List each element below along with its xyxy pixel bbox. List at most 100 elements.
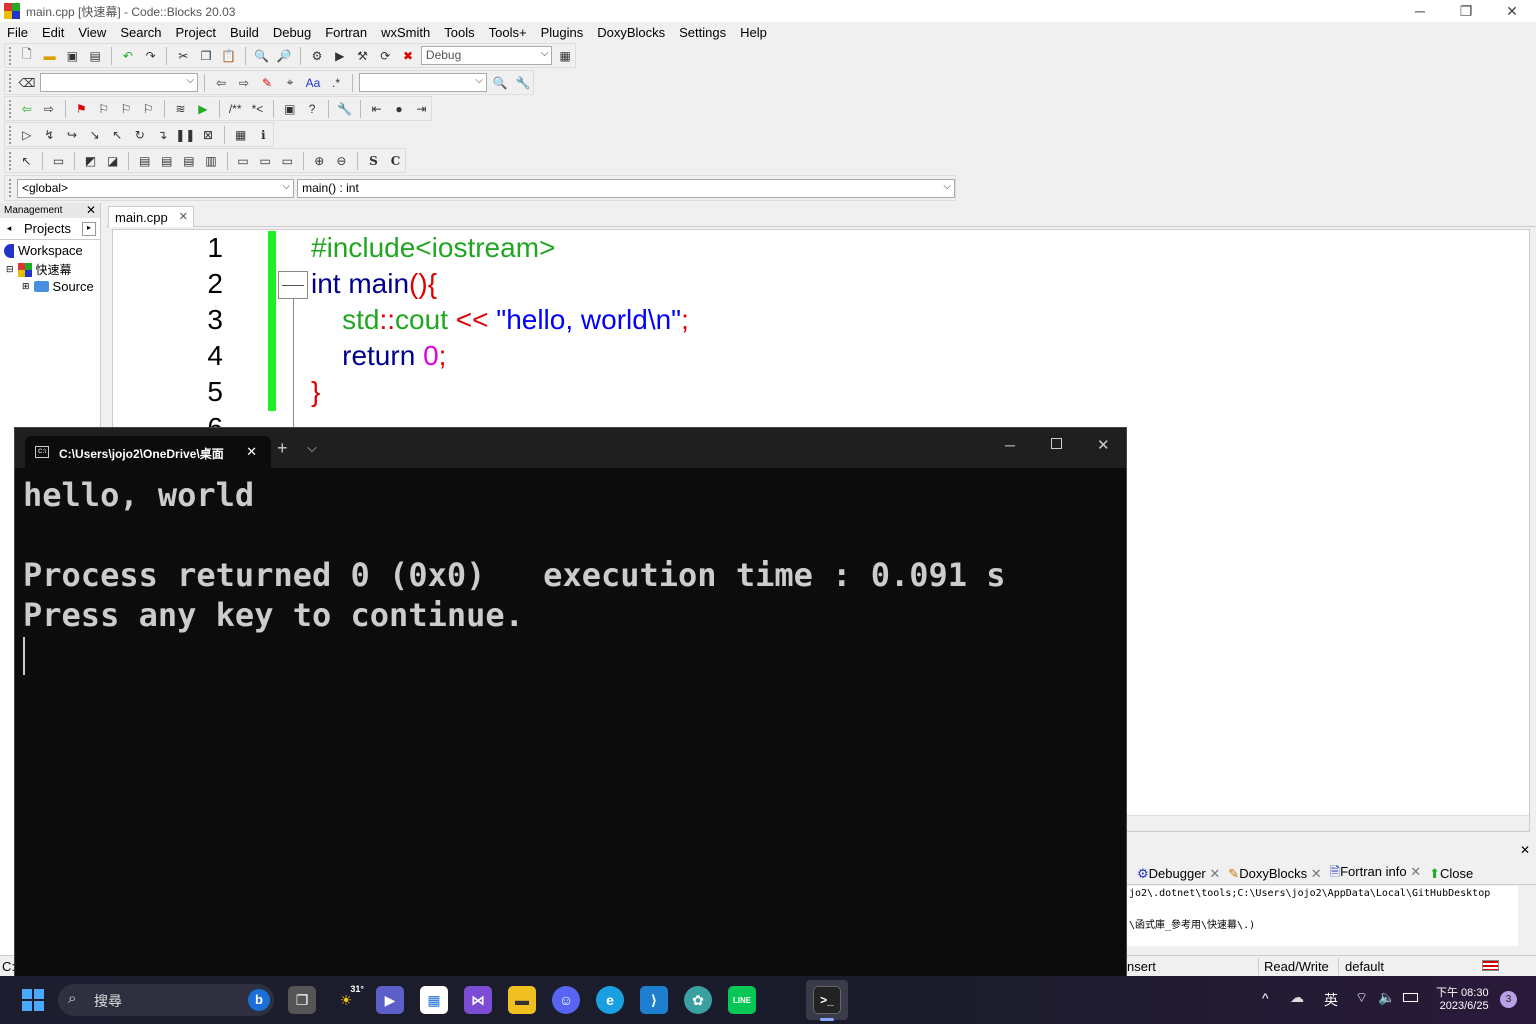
forward-arrow-icon[interactable]: ⇨: [234, 73, 254, 93]
codeblocks-taskbar-icon[interactable]: [772, 986, 800, 1014]
onedrive-icon[interactable]: ☁: [1290, 989, 1304, 1006]
build-run-icon[interactable]: ⚒: [353, 46, 373, 66]
tab-fortran-info[interactable]: 🗎Fortran info ✕: [1330, 863, 1421, 885]
widget-a-icon[interactable]: ▤: [135, 151, 154, 171]
menu-wxsmith[interactable]: wxSmith: [374, 25, 437, 40]
menu-edit[interactable]: Edit: [35, 25, 71, 40]
pause-icon[interactable]: ❚❚: [175, 125, 195, 145]
menu-plugins[interactable]: Plugins: [534, 25, 591, 40]
edge-icon[interactable]: e: [596, 986, 624, 1014]
widget-panel-icon[interactable]: ◪: [103, 151, 122, 171]
build-gear-icon[interactable]: ⚙: [307, 46, 327, 66]
next-instruction-icon[interactable]: ↻: [130, 125, 150, 145]
match-case-icon[interactable]: Aa: [303, 73, 323, 93]
step-out-icon[interactable]: ↖: [107, 125, 127, 145]
close-icon[interactable]: ✕: [1209, 866, 1220, 881]
tab-main-cpp[interactable]: main.cpp ✕: [108, 206, 194, 227]
comment-line-icon[interactable]: *<: [248, 99, 267, 119]
s-icon[interactable]: S: [364, 151, 383, 171]
store-icon[interactable]: ▦: [420, 986, 448, 1014]
close-icon[interactable]: ✕: [246, 444, 257, 460]
menu-tools-plus[interactable]: Tools+: [482, 25, 534, 40]
toolbar-grip-5[interactable]: [9, 151, 12, 170]
close-icon[interactable]: ✕: [179, 210, 188, 223]
toolbar-grip-3[interactable]: [9, 99, 12, 118]
notification-badge[interactable]: 3: [1500, 991, 1517, 1008]
browser-icon[interactable]: ✿: [684, 986, 712, 1014]
menu-file[interactable]: File: [0, 25, 35, 40]
c-icon[interactable]: C: [386, 151, 405, 171]
maximize-button[interactable]: [1051, 438, 1062, 449]
build-options-icon[interactable]: ▦: [555, 46, 575, 66]
widget-b-icon[interactable]: ▤: [157, 151, 176, 171]
tab-scroll-left-icon[interactable]: ◂: [0, 223, 18, 234]
widget-c-icon[interactable]: ▤: [179, 151, 198, 171]
step-forward-icon[interactable]: ⇥: [412, 99, 431, 119]
tree-workspace[interactable]: Workspace: [4, 243, 83, 258]
regex-icon[interactable]: .*: [326, 73, 346, 93]
clock[interactable]: 下午 08:30 2023/6/25: [1436, 984, 1489, 1012]
step-instruction-icon[interactable]: ↴: [153, 125, 173, 145]
redo-icon[interactable]: ↷: [141, 46, 161, 66]
close-icon[interactable]: ✕: [1311, 866, 1322, 881]
help-icon[interactable]: ?: [302, 99, 321, 119]
terminal-taskbar-icon[interactable]: >_: [813, 986, 841, 1014]
new-file-icon[interactable]: 🗋: [17, 46, 37, 66]
tab-scroll-right-icon[interactable]: ▸: [82, 221, 96, 236]
paste-icon[interactable]: 📋: [219, 46, 239, 66]
bookmark-flag-icon[interactable]: ⚑: [72, 99, 91, 119]
menu-tools[interactable]: Tools: [437, 25, 481, 40]
next-icon[interactable]: ⇨: [39, 99, 58, 119]
close-button[interactable]: ✕: [1097, 436, 1110, 454]
undo-icon[interactable]: ↶: [118, 46, 138, 66]
abort-icon[interactable]: ✖: [398, 46, 418, 66]
menu-help[interactable]: Help: [733, 25, 774, 40]
tab-projects[interactable]: Projects: [18, 221, 71, 236]
widget-image-icon[interactable]: ◩: [81, 151, 100, 171]
cut-icon[interactable]: ✂: [173, 46, 193, 66]
tab-debugger[interactable]: ⚙Debugger ✕: [1137, 866, 1220, 882]
save-icon[interactable]: ▣: [62, 46, 82, 66]
meet-icon[interactable]: ▶: [376, 986, 404, 1014]
zoom-out-icon[interactable]: ⊖: [332, 151, 351, 171]
step-into-icon[interactable]: ↘: [85, 125, 105, 145]
close-icon[interactable]: ✕: [1520, 843, 1530, 857]
find-icon[interactable]: 🔍: [252, 46, 272, 66]
menu-build[interactable]: Build: [223, 25, 266, 40]
search-combo[interactable]: ⌵: [40, 73, 198, 92]
volume-icon[interactable]: 🔈: [1378, 989, 1395, 1006]
menu-debug[interactable]: Debug: [266, 25, 318, 40]
weather-icon[interactable]: ☀ 31°: [332, 984, 364, 1014]
widget-box-icon[interactable]: ▭: [49, 151, 68, 171]
tab-close[interactable]: ⬆Close: [1429, 866, 1473, 882]
tool-icon[interactable]: 🔧: [335, 99, 354, 119]
prev-icon[interactable]: ⇦: [17, 99, 36, 119]
widget-d-icon[interactable]: ▥: [201, 151, 220, 171]
open-folder-icon[interactable]: ▬: [40, 46, 60, 66]
tree-project[interactable]: ⊟ 快速幕: [6, 261, 72, 278]
run-to-icon[interactable]: ▶: [193, 99, 212, 119]
stack-icon[interactable]: ≋: [171, 99, 190, 119]
task-view-icon[interactable]: ❐: [288, 986, 316, 1014]
highlight-icon[interactable]: ✎: [257, 73, 277, 93]
symbol-combo[interactable]: ⌵: [359, 73, 487, 92]
toolbar-grip-2[interactable]: [9, 73, 12, 92]
function-select[interactable]: main() : int ⌵: [297, 178, 955, 198]
run-cursor-icon[interactable]: ↯: [40, 125, 60, 145]
rebuild-icon[interactable]: ⟳: [375, 46, 395, 66]
discord-icon[interactable]: ☺: [552, 986, 580, 1014]
save-all-icon[interactable]: ▤: [85, 46, 105, 66]
comment-block-icon[interactable]: /**: [226, 99, 245, 119]
battery-icon[interactable]: [1403, 993, 1418, 1002]
next-line-icon[interactable]: ↪: [62, 125, 82, 145]
dot-icon[interactable]: ●: [389, 99, 408, 119]
start-icon[interactable]: [22, 989, 44, 1011]
tab-doxyblocks[interactable]: ✎DoxyBlocks ✕: [1228, 866, 1321, 882]
close-icon[interactable]: ✕: [1410, 864, 1421, 879]
menu-search[interactable]: Search: [113, 25, 168, 40]
menu-settings[interactable]: Settings: [672, 25, 733, 40]
terminal-tab[interactable]: C:\ C:\Users\jojo2\OneDrive\桌面 ✕: [25, 436, 271, 468]
menu-doxyblocks[interactable]: DoxyBlocks: [590, 25, 672, 40]
zoom-in-icon[interactable]: ⊕: [310, 151, 329, 171]
run-icon[interactable]: ▶: [330, 46, 350, 66]
